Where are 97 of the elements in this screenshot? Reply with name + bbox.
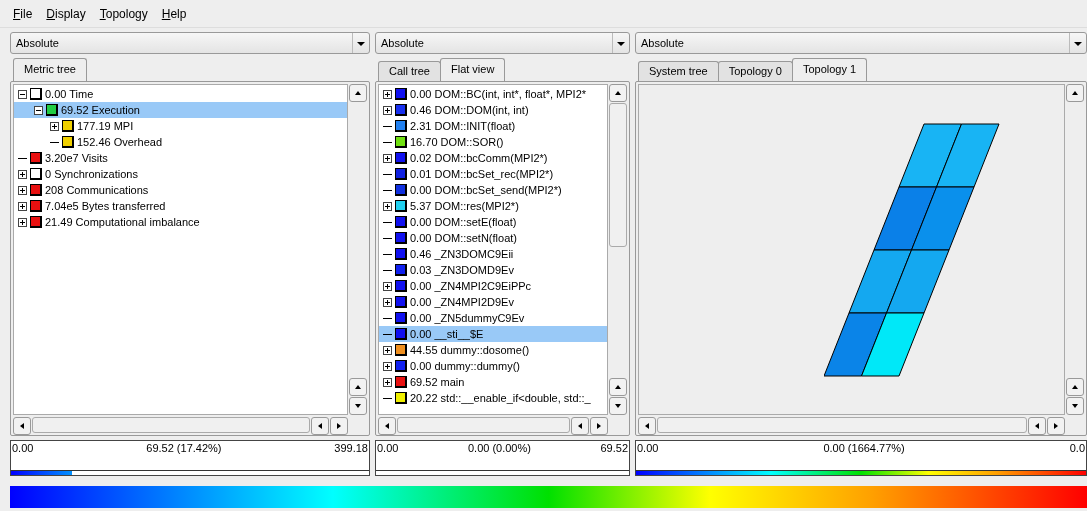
scroll-up-button[interactable] [349, 378, 367, 396]
tree-item[interactable]: 0.00 dummy::dummy() [379, 358, 607, 374]
legend-value: 0.00 (0.00%) [467, 441, 531, 456]
topology-cell[interactable] [911, 186, 975, 251]
mode-dropdown[interactable]: Absolute [635, 32, 1087, 54]
scroll-up-button[interactable] [349, 84, 367, 102]
tree-item[interactable]: 21.49 Computational imbalance [14, 214, 347, 230]
tree-item[interactable]: 0.00 _ZN4MPI2D9Ev [379, 294, 607, 310]
scroll-up-button[interactable] [1066, 84, 1084, 102]
legend-value: 0.00 (1664.77%) [823, 441, 905, 456]
mode-dropdown[interactable]: Absolute [10, 32, 370, 54]
tree-item[interactable]: 0.00 DOM::bcSet_send(MPI2*) [379, 182, 607, 198]
tab[interactable]: Flat view [439, 58, 506, 81]
tree-item[interactable]: 0.00 DOM::setE(float) [379, 214, 607, 230]
tree-item[interactable]: 0.02 DOM::bcComm(MPI2*) [379, 150, 607, 166]
scroll-left-button[interactable] [378, 417, 396, 435]
legend-min: 0.00 [12, 441, 34, 456]
tree-item[interactable]: 69.52 main [379, 374, 607, 390]
tree-item[interactable]: 0.46 _ZN3DOMC9Eii [379, 246, 607, 262]
menu-item[interactable]: Topology [94, 4, 153, 23]
legend-min: 0.00 [637, 441, 659, 456]
tree-item[interactable]: 69.52 Execution [14, 102, 347, 118]
tab[interactable]: Topology 1 [791, 58, 868, 81]
scrollbar-thumb[interactable] [397, 417, 570, 433]
topology-cell[interactable] [886, 249, 950, 314]
scroll-left-button[interactable] [638, 417, 656, 435]
legend-max: 399.18 [334, 441, 368, 456]
tab[interactable]: Call tree [378, 61, 441, 81]
expand-icon[interactable] [18, 217, 27, 227]
tree-item[interactable]: 3.20e7 Visits [14, 150, 347, 166]
scroll-down-button[interactable] [349, 397, 367, 415]
expand-icon[interactable] [18, 201, 27, 211]
legend-max: 69.52 [600, 441, 628, 456]
topology-cell[interactable] [898, 123, 962, 188]
legend-value: 69.52 (17.42%) [146, 441, 222, 456]
tree-item[interactable]: 0.00 Time [14, 86, 347, 102]
expand-icon[interactable] [18, 169, 27, 179]
tree-item[interactable]: 20.22 std::__enable_if<double, std::_ [379, 390, 607, 406]
legend-min: 0.00 [377, 441, 399, 456]
tree-item[interactable]: 0.03 _ZN3DOMD9Ev [379, 262, 607, 278]
topology-cell[interactable] [936, 123, 1000, 188]
expand-icon[interactable] [383, 201, 392, 211]
expand-icon[interactable] [383, 105, 392, 115]
topology-cell[interactable] [861, 312, 925, 377]
tree-item[interactable]: 0 Synchronizations [14, 166, 347, 182]
scroll-left-button[interactable] [311, 417, 329, 435]
tree-item[interactable]: 177.19 MPI [14, 118, 347, 134]
tree-item[interactable]: 7.04e5 Bytes transferred [14, 198, 347, 214]
menu-item[interactable]: Display [41, 4, 91, 23]
tree-item[interactable]: 0.00 _ZN5dummyC9Ev [379, 310, 607, 326]
expand-icon[interactable] [383, 153, 392, 163]
expand-icon[interactable] [383, 281, 392, 291]
tree-item[interactable]: 44.55 dummy::dosome() [379, 342, 607, 358]
scrollbar-thumb[interactable] [32, 417, 310, 433]
topology-cell[interactable] [848, 249, 912, 314]
menu-item[interactable]: Help [156, 4, 192, 23]
tab[interactable]: Metric tree [13, 58, 87, 81]
tree-item[interactable]: 2.31 DOM::INIT(float) [379, 118, 607, 134]
expand-icon[interactable] [383, 377, 392, 387]
scroll-left-button[interactable] [571, 417, 589, 435]
scroll-right-button[interactable] [590, 417, 608, 435]
collapse-icon[interactable] [18, 89, 27, 99]
scroll-down-button[interactable] [609, 397, 627, 415]
scroll-up-button[interactable] [609, 84, 627, 102]
topology-cell[interactable] [873, 186, 937, 251]
tree-item[interactable]: 0.00 _ZN4MPI2C9EiPPc [379, 278, 607, 294]
menu-item[interactable]: File [8, 4, 38, 23]
scroll-down-button[interactable] [1066, 397, 1084, 415]
tree-item[interactable]: 152.46 Overhead [14, 134, 347, 150]
legend-max: 0.0 [1069, 441, 1085, 456]
expand-icon[interactable] [50, 121, 59, 131]
expand-icon[interactable] [383, 89, 392, 99]
topology-cell[interactable] [824, 312, 887, 377]
expand-icon[interactable] [383, 361, 392, 371]
tree-item[interactable]: 16.70 DOM::SOR() [379, 134, 607, 150]
tab[interactable]: System tree [638, 61, 719, 81]
scroll-up-button[interactable] [609, 378, 627, 396]
scroll-up-button[interactable] [1066, 378, 1084, 396]
expand-icon[interactable] [383, 297, 392, 307]
tab[interactable]: Topology 0 [717, 61, 793, 81]
collapse-icon[interactable] [34, 105, 43, 115]
scrollbar-thumb[interactable] [657, 417, 1027, 433]
scroll-right-button[interactable] [330, 417, 348, 435]
expand-icon[interactable] [18, 185, 27, 195]
expand-icon[interactable] [383, 345, 392, 355]
scroll-left-button[interactable] [13, 417, 31, 435]
tree-item[interactable]: 0.00 DOM::BC(int, int*, float*, MPI2* [379, 86, 607, 102]
scroll-left-button[interactable] [1028, 417, 1046, 435]
tree-item[interactable]: 0.01 DOM::bcSet_rec(MPI2*) [379, 166, 607, 182]
scroll-right-button[interactable] [1047, 417, 1065, 435]
tree-item[interactable]: 208 Communications [14, 182, 347, 198]
tree-item[interactable]: 0.46 DOM::DOM(int, int) [379, 102, 607, 118]
tree-item[interactable]: 0.00 __sti__$E [379, 326, 607, 342]
scrollbar-thumb[interactable] [609, 103, 627, 247]
tree-item[interactable]: 5.37 DOM::res(MPI2*) [379, 198, 607, 214]
tree-item[interactable]: 0.00 DOM::setN(float) [379, 230, 607, 246]
mode-dropdown[interactable]: Absolute [375, 32, 630, 54]
